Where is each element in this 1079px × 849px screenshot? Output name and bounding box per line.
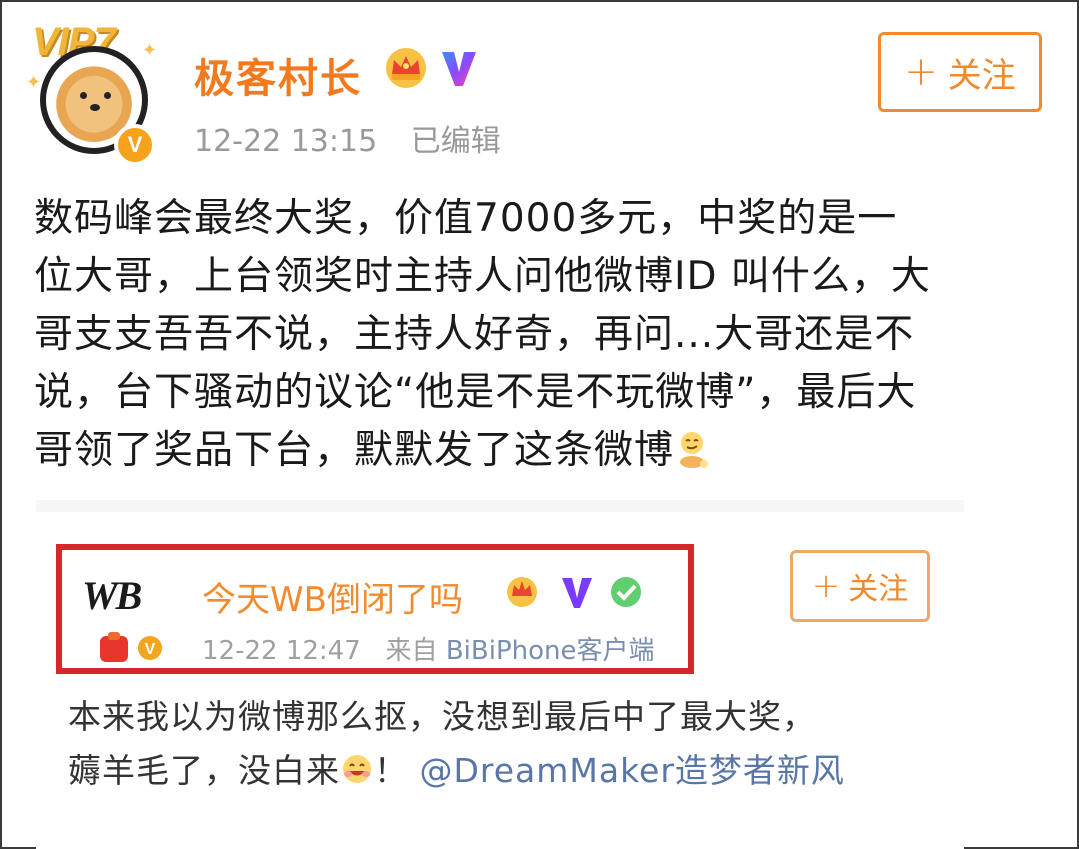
mention-link[interactable]: @DreamMaker造梦者新风 <box>420 751 845 790</box>
post-text: 数码峰会最终大奖，价值7000多元，中奖的是一 位大哥，上台领奖时主持人问他微博… <box>34 190 1054 480</box>
plus-icon: + <box>904 49 938 95</box>
embed-text-line: 薅羊毛了，没白来 ！ @DreamMaker造梦者新风 <box>68 744 948 798</box>
embed-follow-label: 关注 <box>848 572 909 607</box>
follow-button[interactable]: + 关注 <box>878 32 1042 112</box>
post-card: VIP7 ✦ ✦ V 极客村长 12-22 13:15 已编辑 + 关注 数码峰… <box>0 0 1079 849</box>
edited-label: 已编辑 <box>410 124 501 159</box>
highlight-box <box>56 544 694 674</box>
post-text-line: 哥领了奖品下台，默默发了这条微博 <box>34 428 675 473</box>
sparkle-icon: ✦ <box>26 72 42 93</box>
verified-badge-icon: V <box>114 124 156 166</box>
post-text-line: 数码峰会最终大奖，价值7000多元，中奖的是一 <box>34 196 898 241</box>
post-text-line: 位大哥，上台领奖时主持人问他微博ID 叫什么，大 <box>34 254 931 299</box>
grin-emoji-icon <box>343 754 371 783</box>
username[interactable]: 极客村长 <box>194 46 362 104</box>
post-meta: 12-22 13:15 已编辑 <box>194 116 525 160</box>
sparkle-icon: ✦ <box>142 40 158 61</box>
post-text-line: 哥支支吾吾不说，主持人好奇，再问...大哥还是不 <box>34 312 915 357</box>
embedded-screenshot[interactable]: WB V 今天WB倒闭了吗 12-22 12:47 来自 BiBiPhone客户… <box>36 500 964 849</box>
follow-label: 关注 <box>947 55 1016 96</box>
embedded-post: WB V 今天WB倒闭了吗 12-22 12:47 来自 BiBiPhone客户… <box>36 512 964 849</box>
plus-icon: + <box>811 566 841 606</box>
crown-icon <box>386 48 426 88</box>
post-timestamp: 12-22 13:15 <box>194 124 378 159</box>
v-logo-icon <box>442 52 476 86</box>
post-text-line: 说，台下骚动的议论“他是不是不玩微博”，最后大 <box>34 370 917 415</box>
post-text-line-last: 哥领了奖品下台，默默发了这条微博 <box>34 422 1054 480</box>
embed-text-line: 本来我以为微博那么抠，没想到最后中了最大奖， <box>68 697 816 736</box>
embed-follow-button[interactable]: + 关注 <box>790 550 930 622</box>
embed-text-segment: 薅羊毛了，没白来 <box>68 751 340 790</box>
embed-post-text: 本来我以为微博那么抠，没想到最后中了最大奖， 薅羊毛了，没白来 ！ @Dream… <box>68 690 948 798</box>
avatar-area[interactable]: VIP7 ✦ ✦ V <box>26 16 176 166</box>
smirk-emoji-icon <box>680 431 709 468</box>
embed-text-segment: ！ <box>374 751 408 790</box>
